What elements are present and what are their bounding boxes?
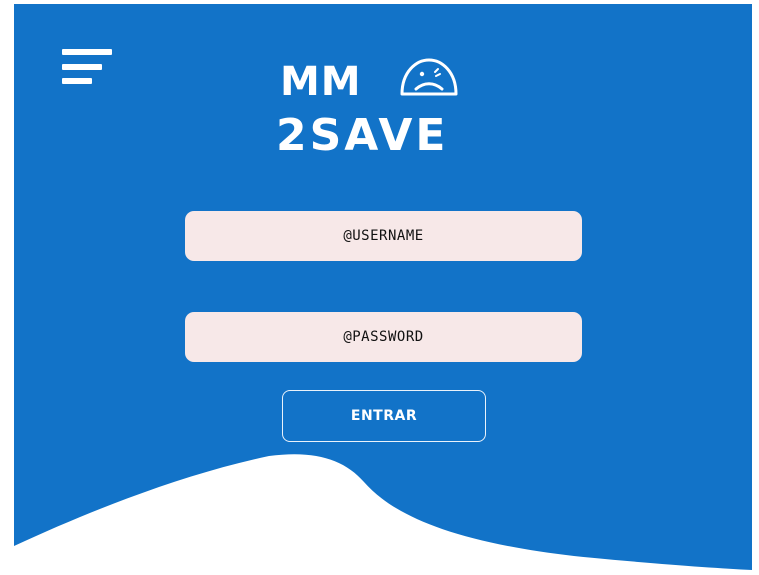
app-logo: MM 2SAVE [276, 56, 496, 166]
enter-button-label: ENTRAR [350, 408, 418, 424]
password-field[interactable]: @PASSWORD [185, 312, 582, 362]
logo-text-mm: MM [280, 59, 362, 105]
password-label: @PASSWORD [343, 329, 424, 345]
username-label: @USERNAME [343, 228, 424, 244]
sad-face-icon [400, 58, 458, 96]
hamburger-menu-icon[interactable] [62, 49, 114, 87]
logo-text-2save: 2SAVE [276, 110, 449, 161]
enter-button[interactable]: ENTRAR [282, 390, 486, 442]
username-field[interactable]: @USERNAME [185, 211, 582, 261]
login-screen: MM 2SAVE @USERNAME @PASSWORD ENTRAR [14, 4, 752, 570]
